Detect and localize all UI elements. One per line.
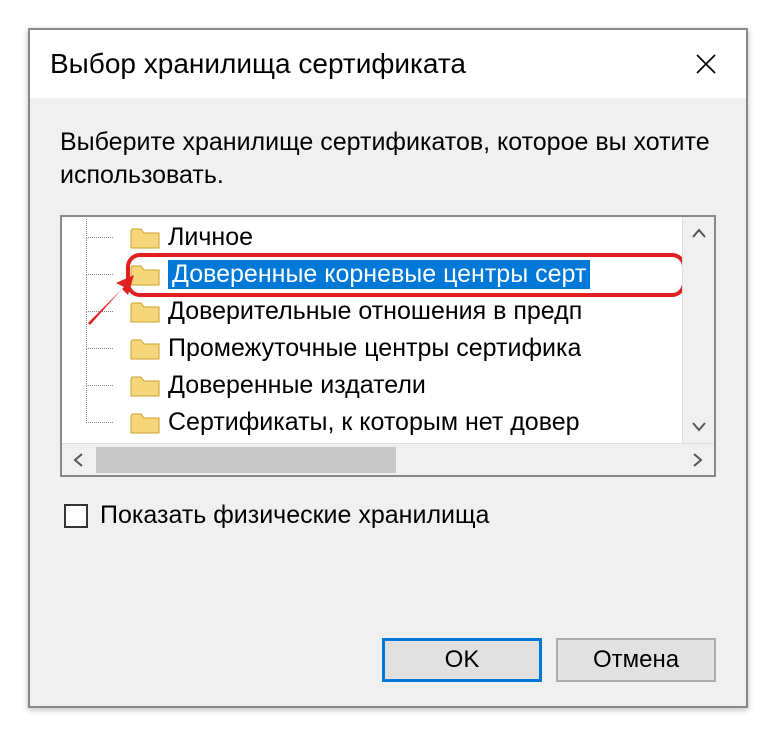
- scroll-left-button[interactable]: [62, 444, 94, 475]
- tree-connector-icon: [80, 256, 130, 293]
- tree-item-untrusted[interactable]: Сертификаты, к которым нет довер: [62, 404, 682, 441]
- horizontal-scrollbar[interactable]: [62, 443, 714, 475]
- ok-button-label: OK: [445, 646, 480, 674]
- scroll-thumb[interactable]: [96, 447, 396, 473]
- chevron-down-icon: [692, 422, 706, 432]
- tree-item-enterprise-trust[interactable]: Доверительные отношения в предп: [62, 293, 682, 330]
- cert-store-tree: Личное Доверенные корневые центры серт Д…: [60, 215, 716, 477]
- show-physical-stores-checkbox[interactable]: Показать физические хранилища: [60, 501, 716, 530]
- folder-icon: [130, 300, 160, 324]
- scroll-up-button[interactable]: [683, 217, 714, 249]
- checkbox-label: Показать физические хранилища: [100, 501, 489, 530]
- tree-connector-icon: [80, 293, 130, 330]
- cancel-button-label: Отмена: [593, 646, 679, 674]
- tree-item-intermediate[interactable]: Промежуточные центры сертифика: [62, 330, 682, 367]
- ok-button[interactable]: OK: [382, 638, 542, 682]
- chevron-left-icon: [73, 453, 83, 467]
- tree-connector-icon: [80, 367, 130, 404]
- scroll-down-button[interactable]: [683, 411, 714, 443]
- folder-icon: [130, 374, 160, 398]
- tree-item-trusted-root[interactable]: Доверенные корневые центры серт: [62, 256, 682, 293]
- tree-connector-icon: [80, 330, 130, 367]
- tree-item-label: Доверительные отношения в предп: [168, 297, 582, 326]
- tree-item-label: Доверенные корневые центры серт: [168, 260, 590, 289]
- dialog-title: Выбор хранилища сертификата: [50, 48, 466, 80]
- content-area: Выберите хранилище сертификатов, которое…: [30, 98, 746, 530]
- tree-item-personal[interactable]: Личное: [62, 219, 682, 256]
- folder-icon: [130, 226, 160, 250]
- tree-item-trusted-publishers[interactable]: Доверенные издатели: [62, 367, 682, 404]
- folder-icon: [130, 411, 160, 435]
- tree-list: Личное Доверенные корневые центры серт Д…: [62, 217, 682, 443]
- tree-item-label: Доверенные издатели: [168, 371, 426, 400]
- tree-connector-icon: [80, 404, 130, 441]
- chevron-right-icon: [693, 453, 703, 467]
- tree-connector-icon: [80, 219, 130, 256]
- instruction-text: Выберите хранилище сертификатов, которое…: [60, 126, 716, 191]
- close-icon: [694, 52, 718, 76]
- tree-item-label: Промежуточные центры сертифика: [168, 334, 581, 363]
- vertical-scrollbar[interactable]: [682, 217, 714, 443]
- button-bar: OK Отмена: [382, 638, 716, 682]
- titlebar: Выбор хранилища сертификата: [30, 30, 746, 98]
- tree-item-label: Личное: [168, 223, 253, 252]
- cert-store-dialog: Выбор хранилища сертификата Выберите хра…: [28, 28, 748, 708]
- close-button[interactable]: [680, 38, 732, 90]
- tree-item-label: Сертификаты, к которым нет довер: [168, 408, 580, 437]
- scroll-right-button[interactable]: [682, 444, 714, 475]
- checkbox-box-icon: [64, 504, 88, 528]
- cancel-button[interactable]: Отмена: [556, 638, 716, 682]
- folder-icon: [130, 337, 160, 361]
- folder-icon: [130, 263, 160, 287]
- chevron-up-icon: [692, 228, 706, 238]
